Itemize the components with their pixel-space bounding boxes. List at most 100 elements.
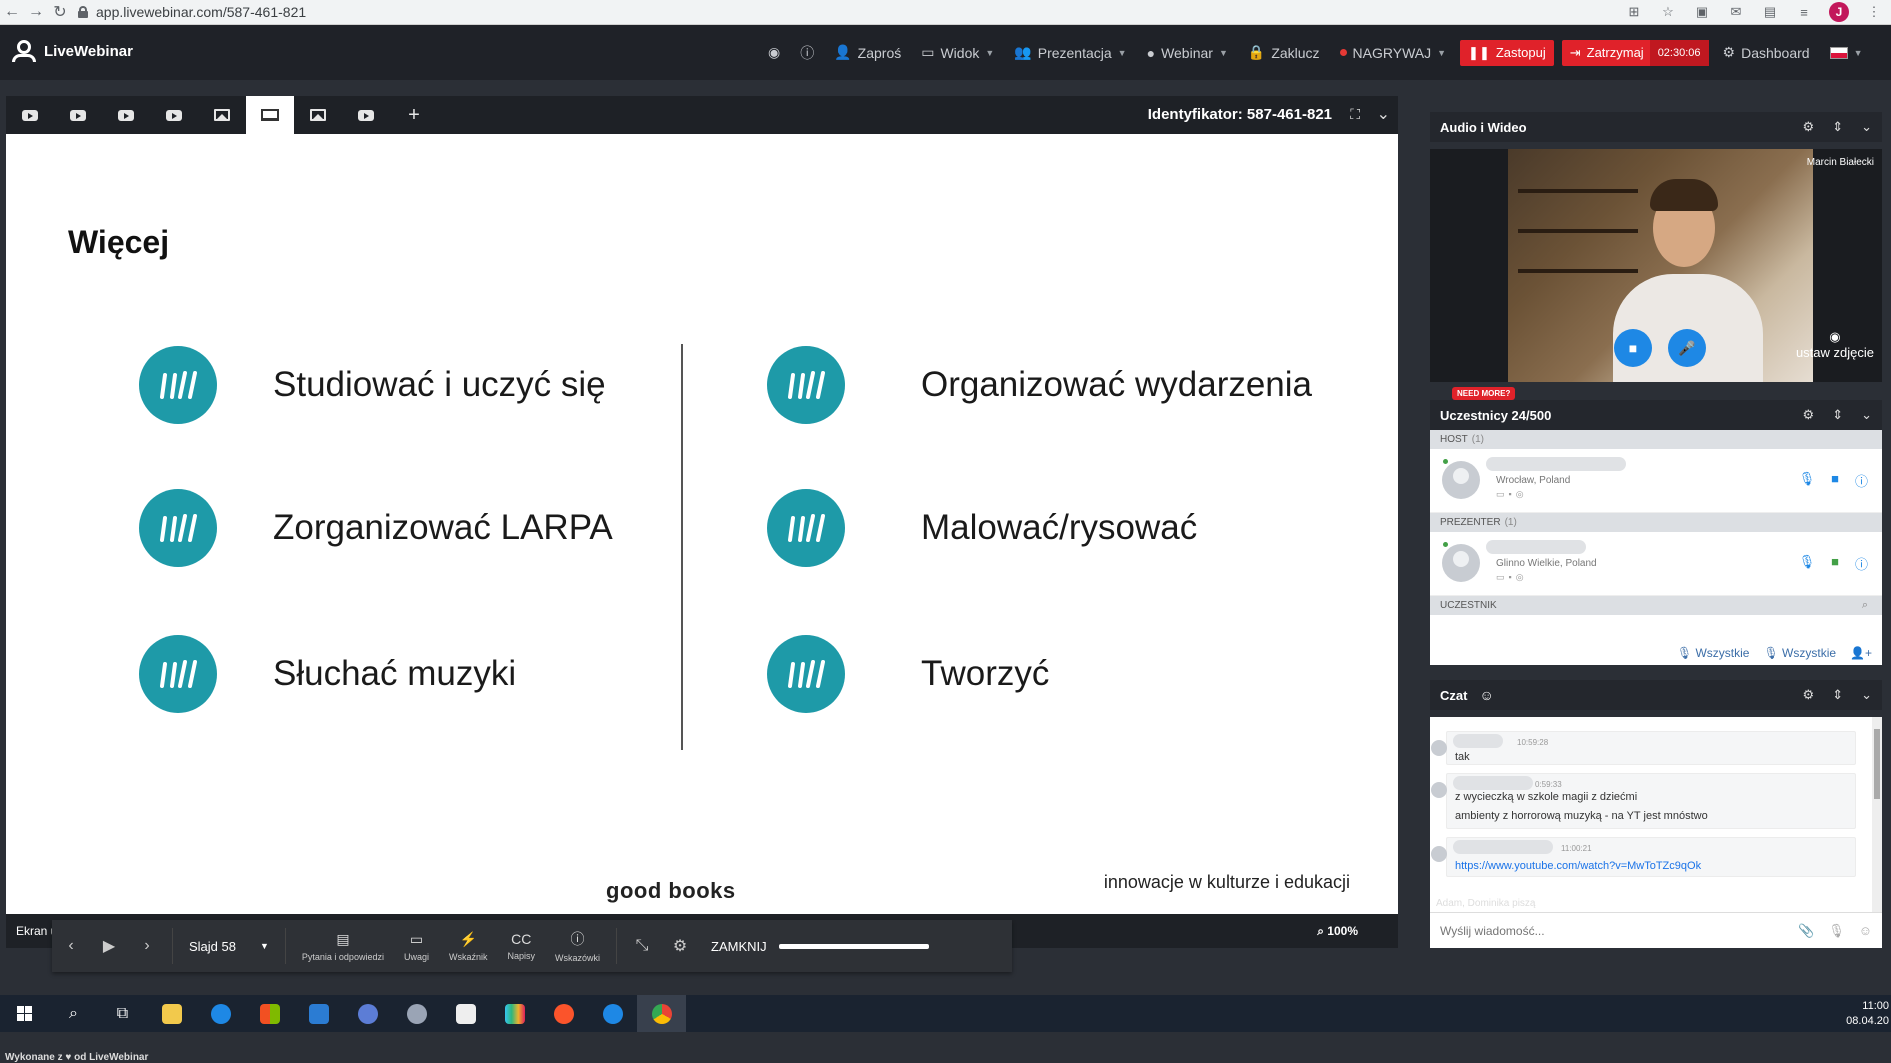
gear-icon[interactable]: ⚙ <box>1803 407 1815 423</box>
volume-slider[interactable] <box>778 943 929 949</box>
close-button[interactable]: ZAMKNIJ <box>699 939 779 954</box>
replace-button[interactable]: ❚❚ Zastopuj <box>1460 39 1554 66</box>
video-tab[interactable] <box>102 96 150 134</box>
camera-icon[interactable]: ■ <box>1831 471 1839 490</box>
participant-row[interactable]: Glinno Wielkie, Poland ▭▪◎ 🎙 ■ ⓘ <box>1430 532 1882 596</box>
chevron-down-icon[interactable]: ⌄ <box>1861 119 1872 135</box>
profile-avatar-icon[interactable]: J <box>1829 2 1849 22</box>
emoji-icon[interactable]: ☺ <box>1859 923 1872 939</box>
invite-button[interactable]: 👤 Zaproś <box>824 25 911 80</box>
add-tab-button[interactable]: + <box>390 96 438 134</box>
chat-scrollbar[interactable] <box>1872 717 1882 913</box>
fullscreen-icon[interactable]: ⛶ <box>1350 106 1360 123</box>
file-explorer-icon[interactable] <box>147 995 196 1032</box>
mic-icon[interactable]: 🎙 <box>1799 554 1816 573</box>
mail-extension-icon[interactable]: ✉ <box>1727 3 1745 21</box>
chrome-icon[interactable] <box>637 995 686 1032</box>
set-photo-button[interactable]: ◉ ustaw zdjęcie <box>1796 329 1874 360</box>
image-tab[interactable] <box>198 96 246 134</box>
video-tab[interactable] <box>6 96 54 134</box>
chat-message-input[interactable] <box>1440 921 1770 941</box>
extension-icon[interactable]: ▣ <box>1693 3 1711 21</box>
search-icon[interactable]: ⌕ <box>49 995 98 1032</box>
chevron-down-icon[interactable]: ⌄ <box>1861 687 1872 703</box>
collapse-icon[interactable]: ⤡ <box>623 937 661 955</box>
store-icon[interactable] <box>245 995 294 1032</box>
video-tab[interactable] <box>150 96 198 134</box>
pin-icon[interactable]: ⇕ <box>1832 119 1843 135</box>
slack-logo-icon <box>504 1003 525 1024</box>
mic-toggle-button[interactable]: 🎤 <box>1668 329 1706 367</box>
previous-slide-button[interactable]: ‹ <box>52 937 90 955</box>
mic-icon[interactable]: 🎙 <box>1828 923 1845 939</box>
menu-icon[interactable]: ⋮ <box>1865 3 1883 21</box>
emoji-icon[interactable]: ☺ <box>1479 687 1493 703</box>
captions-button[interactable]: CC Napisy <box>498 931 546 961</box>
message-link[interactable]: https://www.youtube.com/watch?v=MwToTZc9… <box>1455 860 1701 872</box>
reload-icon[interactable]: ↻ <box>48 0 72 24</box>
search-icon[interactable]: ⌕ <box>1862 599 1868 612</box>
chevron-down-icon[interactable]: ⌄ <box>1377 104 1390 124</box>
onedrive-icon[interactable] <box>588 995 637 1032</box>
participant-row[interactable]: Wrocław, Poland ▭▪◎ 🎙 ■ ⓘ <box>1430 449 1882 513</box>
gear-icon[interactable]: ⚙ <box>1803 687 1815 703</box>
photos-icon[interactable] <box>441 995 490 1032</box>
brave-icon[interactable] <box>539 995 588 1032</box>
qa-button[interactable]: ▤ Pytania i odpowiedzi <box>292 931 394 962</box>
mail-icon[interactable] <box>294 995 343 1032</box>
dashboard-button[interactable]: ⚙ Dashboard <box>1713 25 1820 80</box>
connection-button[interactable]: ◉ <box>758 25 790 80</box>
info-icon[interactable]: ⓘ <box>1855 471 1868 490</box>
mic-icon[interactable]: 🎙 <box>1799 471 1816 490</box>
star-icon[interactable]: ☆ <box>1659 3 1677 21</box>
pin-icon[interactable]: ⇕ <box>1832 687 1843 703</box>
address-bar[interactable]: app.livewebinar.com/587-461-821 <box>78 2 306 22</box>
play-button[interactable]: ▶ <box>90 936 128 956</box>
video-tab[interactable] <box>342 96 390 134</box>
chevron-down-icon[interactable]: ⌄ <box>1861 407 1872 423</box>
system-clock[interactable]: 11:00 08.04.20 <box>1846 999 1889 1029</box>
camera-toggle-button[interactable]: ■ <box>1614 329 1652 367</box>
pin-icon[interactable]: ⇕ <box>1832 407 1843 423</box>
zoom-level[interactable]: ⌕ 100% <box>1317 924 1358 939</box>
camera-icon[interactable]: ■ <box>1831 554 1839 573</box>
add-user-icon[interactable]: 👤+ <box>1850 646 1872 660</box>
need-more-badge[interactable]: NEED MORE? <box>1452 387 1516 400</box>
gear-icon[interactable]: ⚙ <box>661 936 699 956</box>
next-slide-button[interactable]: › <box>128 937 166 955</box>
hints-button[interactable]: ⓘ Wskazówki <box>545 929 610 963</box>
attachment-icon[interactable]: 📎 <box>1798 923 1814 939</box>
edge-icon[interactable] <box>196 995 245 1032</box>
translate-icon[interactable]: ⊞ <box>1625 3 1643 21</box>
slack-icon[interactable] <box>490 995 539 1032</box>
start-button[interactable] <box>0 995 49 1032</box>
stop-button[interactable]: ⇥ Zatrzymaj 02:30:06 <box>1561 39 1709 66</box>
screen-share-tab[interactable] <box>246 96 294 134</box>
mute-all-button[interactable]: 🎙 Wszystkie <box>1677 646 1750 660</box>
lock-button[interactable]: 🔒 Zaklucz <box>1238 25 1330 80</box>
presentation-menu[interactable]: 👥 Prezentacja ▼ <box>1004 25 1136 80</box>
task-view-icon[interactable]: ⧉ <box>98 995 147 1032</box>
app-icon[interactable] <box>392 995 441 1032</box>
reading-list-icon[interactable]: ≡ <box>1795 3 1813 21</box>
gear-icon[interactable]: ⚙ <box>1803 119 1815 135</box>
extension-icon[interactable]: ▤ <box>1761 3 1779 21</box>
language-select[interactable]: ▼ <box>1820 25 1873 80</box>
webinar-menu[interactable]: ● Webinar ▼ <box>1137 25 1238 80</box>
notes-button[interactable]: ▭ Uwagi <box>394 931 439 962</box>
image-tab[interactable] <box>294 96 342 134</box>
video-tab[interactable] <box>54 96 102 134</box>
back-icon[interactable]: ← <box>0 0 24 24</box>
info-icon[interactable]: ⓘ <box>1855 554 1868 573</box>
scrollbar-thumb[interactable] <box>1874 729 1880 799</box>
forward-icon[interactable]: → <box>24 0 48 24</box>
record-menu[interactable]: NAGRYWAJ ▼ <box>1330 25 1457 80</box>
lower-all-button[interactable]: 🎙 Wszystkie <box>1763 646 1836 660</box>
made-with-footer[interactable]: Wykonane z ♥ od LiveWebinar <box>5 1052 148 1063</box>
info-button[interactable]: ⓘ <box>790 25 824 80</box>
app-icon[interactable] <box>343 995 392 1032</box>
pointer-button[interactable]: ⚡ Wskaźnik <box>439 931 498 962</box>
logo[interactable]: LiveWebinar <box>12 40 133 62</box>
slide-select[interactable]: Slajd 58 ▼ <box>179 939 279 954</box>
view-menu[interactable]: ▭ Widok ▼ <box>911 25 1004 80</box>
